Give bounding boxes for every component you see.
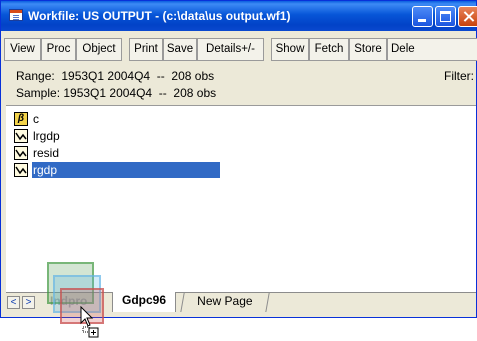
proc-button[interactable]: Proc	[41, 38, 76, 61]
tab-gdpc96[interactable]: Gdpc96	[112, 292, 176, 312]
show-button[interactable]: Show	[271, 38, 309, 61]
print-button[interactable]: Print	[129, 38, 163, 61]
page-tab-bar: < > Indpro Gdpc96 New Page	[6, 292, 476, 312]
tab-scroll-right-button[interactable]: >	[22, 296, 35, 309]
save-button[interactable]: Save	[163, 38, 197, 61]
view-button[interactable]: View	[4, 38, 41, 61]
series-icon	[14, 163, 28, 177]
series-icon	[14, 146, 28, 160]
workfile-icon	[9, 9, 23, 21]
details-button[interactable]: Details+/-	[197, 38, 264, 61]
range-text[interactable]: Range: 1953Q1 2004Q4 -- 208 obs	[16, 69, 214, 83]
minimize-button[interactable]	[412, 6, 433, 27]
object-name: rgdp	[33, 163, 58, 177]
series-icon	[14, 129, 28, 143]
object-list[interactable]: β c lrgdp resid rgdp	[6, 106, 476, 292]
delete-button[interactable]: Dele	[387, 38, 477, 61]
close-button[interactable]	[458, 6, 477, 27]
tab-indpro[interactable]: Indpro	[50, 293, 106, 312]
object-name: c	[33, 112, 39, 126]
object-button[interactable]: Object	[76, 38, 122, 61]
window-title: Workfile: US OUTPUT - (c:\data\us output…	[28, 9, 291, 23]
tab-scroll-left-button[interactable]: <	[7, 296, 20, 309]
workfile-info-panel: Range: 1953Q1 2004Q4 -- 208 obs Sample: …	[6, 65, 477, 105]
tab-new-page-label: New Page	[197, 294, 253, 308]
title-bar[interactable]: Workfile: US OUTPUT - (c:\data\us output…	[1, 1, 477, 31]
sample-text[interactable]: Sample: 1953Q1 2004Q4 -- 208 obs	[16, 86, 216, 100]
tab-new-page[interactable]: New Page	[180, 293, 270, 312]
selection-highlight	[32, 162, 220, 178]
coefficient-vector-icon: β	[14, 112, 28, 126]
filter-text[interactable]: Filter: *	[444, 69, 477, 83]
list-item-rgdp[interactable]: rgdp	[14, 162, 224, 178]
store-button[interactable]: Store	[349, 38, 387, 61]
object-name: lrgdp	[33, 129, 60, 143]
workfile-window: Workfile: US OUTPUT - (c:\data\us output…	[0, 0, 477, 318]
toolbar: View Proc Object Print Save Details+/- S…	[4, 38, 477, 61]
fetch-button[interactable]: Fetch	[309, 38, 349, 61]
object-name: resid	[33, 146, 60, 160]
maximize-button[interactable]	[435, 6, 456, 27]
